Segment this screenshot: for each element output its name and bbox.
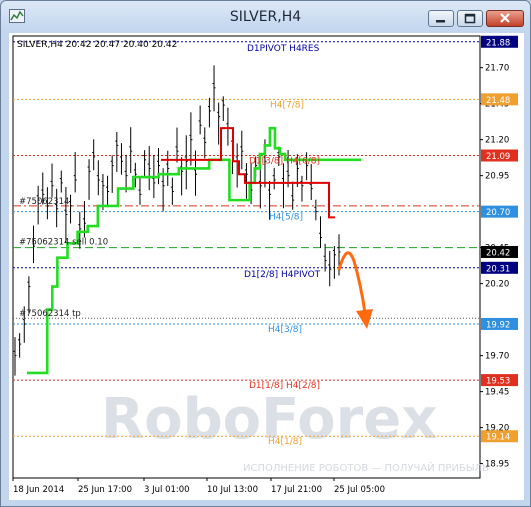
price-chart[interactable]: RoboForexИСПОЛНЕНИЕ РОБОТОВ — ПОЛУЧАЙ ПР… [9, 33, 524, 500]
level-label: H4[1/8] [268, 437, 302, 447]
y-tick-label: 20.20 [485, 280, 509, 290]
level-price-tag: 21.48 [486, 96, 510, 106]
y-tick-label: 21.70 [485, 64, 509, 74]
x-tick-label: 3 Jul 01:00 [144, 485, 190, 495]
level-label: H4[7/8] [270, 100, 304, 110]
x-tick-label: 17 Jul 21:00 [271, 485, 322, 495]
chart-area[interactable]: RoboForex ИСПОЛНЕНИЕ РОБОТОВ — ПОЛУЧАЙ ПР… [9, 33, 524, 500]
restore-icon [464, 13, 476, 24]
level-label: D1[2/8] H4PIVOT [244, 270, 321, 280]
level-price-tag: 20.31 [486, 264, 510, 274]
y-tick-label: 19.45 [485, 388, 509, 398]
minimize-button[interactable] [428, 10, 454, 27]
symbol-info: SILVER,H4 20.42 20.47 20.40 20.42 [17, 40, 177, 50]
x-tick-label: 25 Jun 17:00 [78, 485, 132, 495]
y-tick-label: 21.20 [485, 136, 509, 146]
order-label: #75062314 sell 0.10 [19, 238, 108, 248]
y-tick-label: 18.95 [485, 460, 509, 470]
restore-button[interactable] [457, 10, 483, 27]
y-tick-label: 20.95 [485, 172, 509, 182]
chart-window: SILVER,H4 RoboForex ИСПОЛНЕНИЕ РОБОТОВ — … [0, 0, 531, 507]
level-price-tag: 21.88 [486, 38, 510, 48]
level-price-tag: 19.14 [486, 433, 510, 443]
watermark-subtitle: ИСПОЛНЕНИЕ РОБОТОВ — ПОЛУЧАЙ ПРИБЫЛЬ [243, 461, 489, 474]
level-price-tag: 21.09 [486, 152, 510, 162]
y-tick-label: 19.70 [485, 352, 509, 362]
minimize-icon [436, 20, 445, 23]
level-label: D1PIVOT H4RES [247, 44, 320, 54]
order-label: #75062314 tp [19, 309, 81, 319]
level-label: H4[3/8] [268, 325, 302, 335]
level-label: D1[1/8] H4[2/8] [249, 381, 320, 391]
x-tick-label: 10 Jul 13:00 [207, 485, 258, 495]
order-label: #75062314 [19, 197, 69, 207]
x-tick-label: 25 Jul 05:00 [334, 485, 385, 495]
level-price-tag: 20.70 [486, 208, 510, 218]
current-price-tag: 20.42 [486, 248, 510, 258]
level-price-tag: 19.92 [486, 320, 510, 330]
close-button[interactable] [486, 10, 524, 27]
close-icon [500, 13, 510, 23]
level-label: H4[5/8] [269, 213, 303, 223]
level-price-tag: 19.53 [486, 377, 510, 387]
x-tick-label: 18 Jun 2014 [13, 485, 64, 495]
level-label: D1[3/8] H4[6/8] [249, 156, 320, 166]
